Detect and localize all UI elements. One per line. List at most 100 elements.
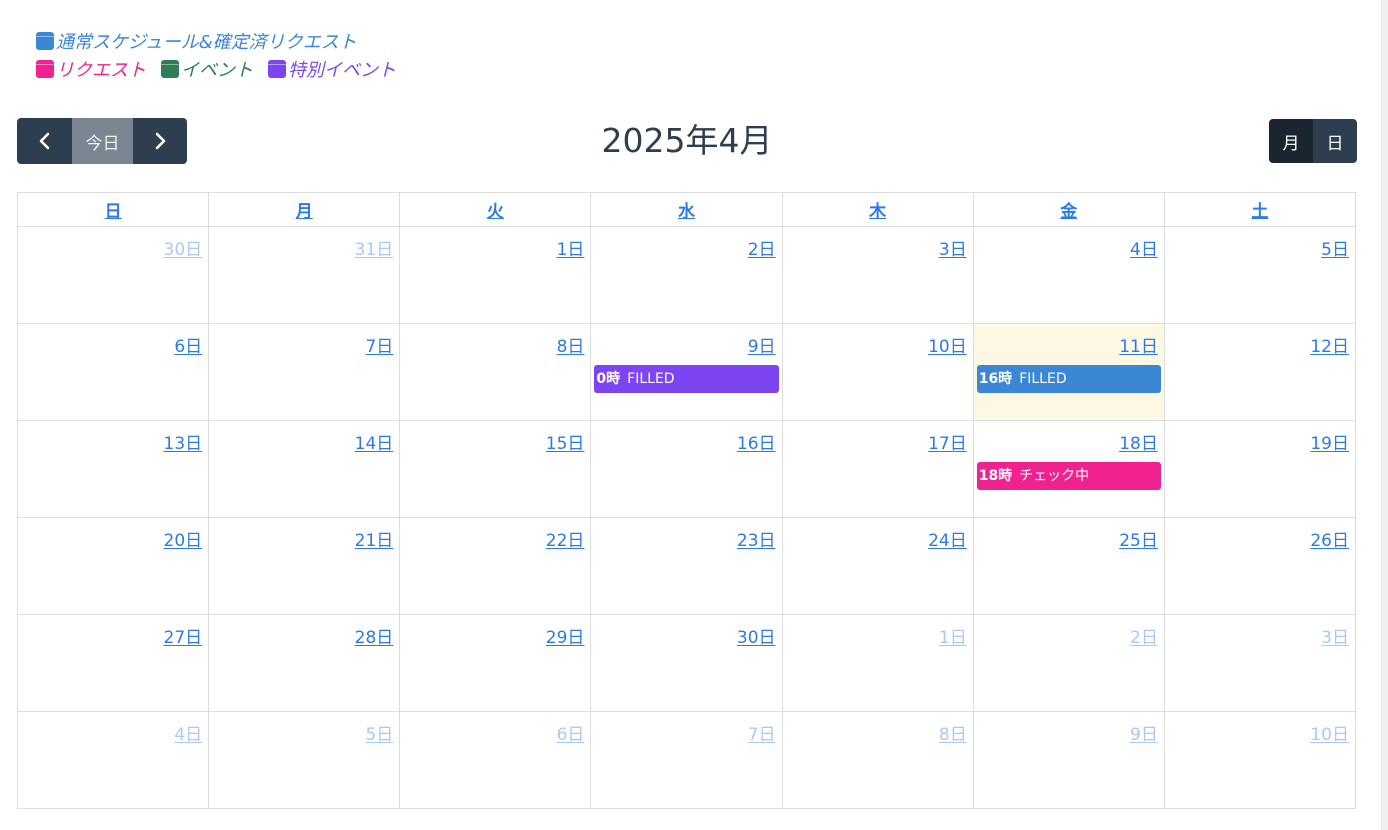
day-number-link[interactable]: 29日 — [400, 615, 590, 648]
weekday-link-fri[interactable]: 金 — [1060, 202, 1077, 222]
day-cell[interactable]: 7日 — [590, 711, 783, 809]
day-number-link[interactable]: 4日 — [974, 227, 1164, 260]
day-cell[interactable]: 19日 — [1163, 420, 1357, 518]
day-number-link[interactable]: 9日 — [591, 324, 781, 357]
day-cell[interactable]: 2日 — [972, 614, 1165, 712]
day-number-link[interactable]: 8日 — [400, 324, 590, 357]
day-cell[interactable]: 17日 — [781, 420, 974, 518]
weekday-link-wed[interactable]: 水 — [678, 202, 695, 222]
day-cell[interactable]: 6日 — [16, 323, 210, 421]
day-number-link[interactable]: 17日 — [783, 421, 973, 454]
prev-month-button[interactable] — [17, 118, 72, 164]
calendar-event[interactable]: 0時 FILLED — [594, 365, 779, 393]
day-cell[interactable]: 10日 — [1163, 711, 1357, 809]
day-cell[interactable]: 4日 — [972, 226, 1165, 324]
weekday-link-tue[interactable]: 火 — [487, 202, 504, 222]
day-cell[interactable]: 31日 — [208, 226, 401, 324]
day-cell[interactable]: 5日 — [208, 711, 401, 809]
day-number-link[interactable]: 2日 — [591, 227, 781, 260]
view-month-button[interactable]: 月 — [1269, 119, 1313, 163]
day-number-link[interactable]: 3日 — [783, 227, 973, 260]
day-cell[interactable]: 23日 — [590, 517, 783, 615]
day-cell[interactable]: 4日 — [16, 711, 210, 809]
day-number-link[interactable]: 7日 — [591, 712, 781, 745]
day-cell[interactable]: 25日 — [972, 517, 1165, 615]
day-cell[interactable]: 26日 — [1163, 517, 1357, 615]
day-number-link[interactable]: 28日 — [209, 615, 399, 648]
day-cell[interactable]: 1日 — [781, 614, 974, 712]
next-month-button[interactable] — [133, 118, 187, 164]
day-cell[interactable]: 1日 — [399, 226, 592, 324]
day-number-link[interactable]: 13日 — [18, 421, 208, 454]
weekday-link-sat[interactable]: 土 — [1251, 202, 1268, 222]
day-number-link[interactable]: 5日 — [209, 712, 399, 745]
day-number-link[interactable]: 10日 — [1165, 712, 1355, 745]
day-cell[interactable]: 12日 — [1163, 323, 1357, 421]
day-number-link[interactable]: 6日 — [18, 324, 208, 357]
day-number-link[interactable]: 16日 — [591, 421, 781, 454]
day-number-link[interactable]: 1日 — [783, 615, 973, 648]
day-cell[interactable]: 20日 — [16, 517, 210, 615]
day-number-link[interactable]: 19日 — [1165, 421, 1355, 454]
day-number-link[interactable]: 12日 — [1165, 324, 1355, 357]
day-number-link[interactable]: 3日 — [1165, 615, 1355, 648]
day-number-link[interactable]: 4日 — [18, 712, 208, 745]
day-number-link[interactable]: 31日 — [209, 227, 399, 260]
day-cell[interactable]: 15日 — [399, 420, 592, 518]
day-cell[interactable]: 21日 — [208, 517, 401, 615]
day-number-link[interactable]: 23日 — [591, 518, 781, 551]
day-number-link[interactable]: 22日 — [400, 518, 590, 551]
day-cell[interactable]: 2日 — [590, 226, 783, 324]
day-number-link[interactable]: 25日 — [974, 518, 1164, 551]
day-number-link[interactable]: 24日 — [783, 518, 973, 551]
day-number-link[interactable]: 10日 — [783, 324, 973, 357]
day-number-link[interactable]: 9日 — [974, 712, 1164, 745]
page-scrollbar[interactable] — [1381, 0, 1388, 830]
day-number-link[interactable]: 27日 — [18, 615, 208, 648]
day-number-link[interactable]: 6日 — [400, 712, 590, 745]
view-day-button[interactable]: 日 — [1313, 119, 1357, 163]
day-number-link[interactable]: 2日 — [974, 615, 1164, 648]
day-cell[interactable]: 8日 — [781, 711, 974, 809]
day-number-link[interactable]: 1日 — [400, 227, 590, 260]
day-number-link[interactable]: 30日 — [591, 615, 781, 648]
weekday-link-sun[interactable]: 日 — [105, 202, 122, 222]
day-number-link[interactable]: 5日 — [1165, 227, 1355, 260]
day-cell[interactable]: 27日 — [16, 614, 210, 712]
day-cell[interactable]: 3日 — [781, 226, 974, 324]
today-button[interactable]: 今日 — [72, 118, 133, 164]
day-cell[interactable]: 16日 — [590, 420, 783, 518]
day-number-link[interactable]: 21日 — [209, 518, 399, 551]
day-cell[interactable]: 6日 — [399, 711, 592, 809]
calendar-event[interactable]: 16時 FILLED — [976, 365, 1161, 393]
day-cell-today[interactable]: 11日 16時 FILLED — [972, 323, 1165, 421]
day-number-link[interactable]: 14日 — [209, 421, 399, 454]
day-number-link[interactable]: 11日 — [974, 324, 1164, 357]
day-number-link[interactable]: 20日 — [18, 518, 208, 551]
day-cell[interactable]: 9日 0時 FILLED — [590, 323, 783, 421]
day-number-link[interactable]: 15日 — [400, 421, 590, 454]
day-cell[interactable]: 14日 — [208, 420, 401, 518]
day-cell[interactable]: 9日 — [972, 711, 1165, 809]
day-cell[interactable]: 3日 — [1163, 614, 1357, 712]
day-cell[interactable]: 5日 — [1163, 226, 1357, 324]
day-cell[interactable]: 30日 — [16, 226, 210, 324]
day-cell[interactable]: 8日 — [399, 323, 592, 421]
weekday-link-mon[interactable]: 月 — [296, 202, 313, 222]
day-cell[interactable]: 10日 — [781, 323, 974, 421]
day-number-link[interactable]: 7日 — [209, 324, 399, 357]
day-number-link[interactable]: 30日 — [18, 227, 208, 260]
day-cell[interactable]: 18日 18時 チェック中 — [972, 420, 1165, 518]
day-cell[interactable]: 13日 — [16, 420, 210, 518]
weekday-link-thu[interactable]: 木 — [869, 202, 886, 222]
day-number-link[interactable]: 8日 — [783, 712, 973, 745]
day-cell[interactable]: 7日 — [208, 323, 401, 421]
day-number-link[interactable]: 26日 — [1165, 518, 1355, 551]
day-cell[interactable]: 29日 — [399, 614, 592, 712]
day-cell[interactable]: 28日 — [208, 614, 401, 712]
day-cell[interactable]: 22日 — [399, 517, 592, 615]
day-cell[interactable]: 24日 — [781, 517, 974, 615]
day-number-link[interactable]: 18日 — [974, 421, 1164, 454]
calendar-event[interactable]: 18時 チェック中 — [976, 462, 1161, 490]
day-cell[interactable]: 30日 — [590, 614, 783, 712]
